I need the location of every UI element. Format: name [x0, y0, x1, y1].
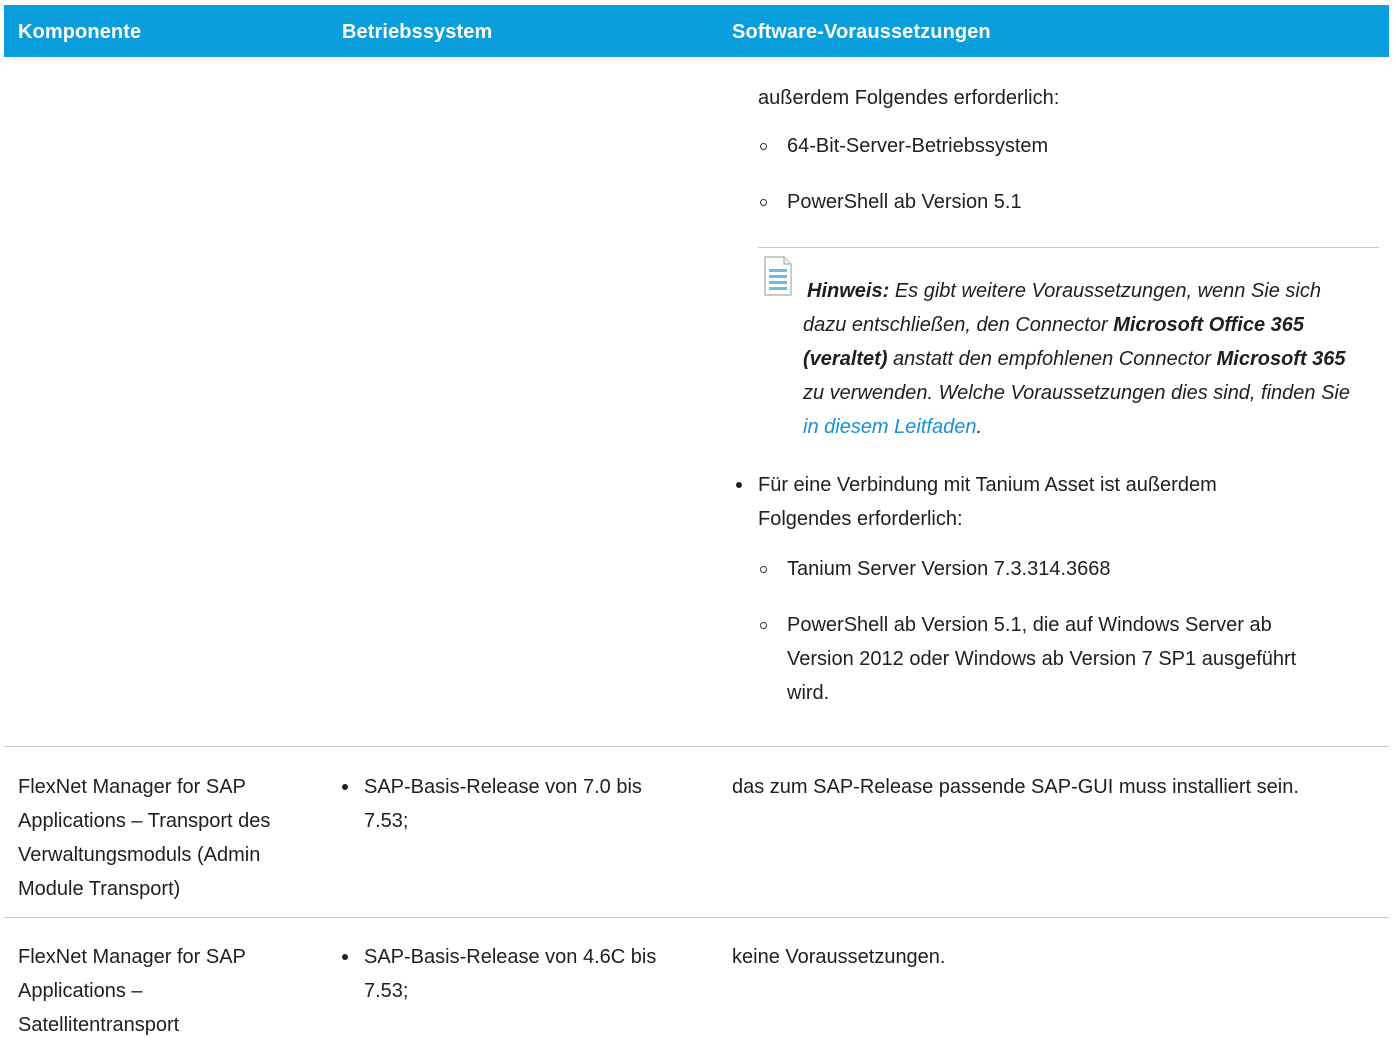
row1-software: das zum SAP-Release passende SAP-GUI mus…: [732, 776, 1299, 798]
header-software: Software-Voraussetzungen: [732, 21, 991, 43]
note-label: Hinweis:: [807, 280, 890, 302]
note-icon: [764, 256, 792, 296]
header-betriebssystem: Betriebssystem: [342, 21, 493, 43]
note-text: .: [976, 416, 983, 438]
row1-component: Module Transport): [18, 878, 181, 900]
row0-bullet-line: Folgendes erforderlich:: [758, 508, 963, 530]
row2-component: FlexNet Manager for SAP: [18, 946, 246, 968]
row2-os: SAP-Basis-Release von 4.6C bis: [364, 946, 657, 968]
circle-bullet: [760, 199, 767, 206]
row0-sub-item: Tanium Server Version 7.3.314.3668: [787, 558, 1111, 580]
row0-sub-item: Version 2012 oder Windows ab Version 7 S…: [787, 648, 1297, 670]
note-bold: Microsoft 365: [1216, 348, 1346, 370]
note-text: anstatt den empfohlenen Connector: [893, 348, 1212, 370]
row0-sub-item: PowerShell ab Version 5.1, die auf Windo…: [787, 614, 1272, 636]
row1-os: SAP-Basis-Release von 7.0 bis: [364, 776, 642, 798]
leitfaden-link[interactable]: in diesem Leitfaden: [803, 416, 976, 438]
row0-sub-item: 64-Bit-Server-Betriebssystem: [787, 135, 1049, 157]
row2-component: Applications –: [18, 980, 143, 1002]
bullet-dot: [342, 784, 348, 790]
table-header: Komponente Betriebssystem Software-Vorau…: [4, 5, 1389, 57]
row2-software: keine Voraussetzungen.: [732, 946, 946, 968]
bullet-dot: [736, 482, 742, 488]
row0-sub-item: wird.: [787, 682, 830, 704]
circle-bullet: [760, 622, 767, 629]
row0-intro: außerdem Folgendes erforderlich:: [758, 87, 1060, 109]
row0-bullet-line: Für eine Verbindung mit Tanium Asset ist…: [758, 474, 1217, 496]
row-divider: [4, 746, 1389, 747]
circle-bullet: [760, 566, 767, 573]
header-komponente: Komponente: [18, 21, 142, 43]
circle-bullet: [760, 143, 767, 150]
row2-component: Satellitentransport: [18, 1014, 180, 1036]
note-divider: [758, 247, 1379, 248]
note-text: zu verwenden. Welche Voraussetzungen die…: [803, 382, 1351, 404]
row2-os: 7.53;: [364, 980, 409, 1002]
row1-component: FlexNet Manager for SAP: [18, 776, 246, 798]
bullet-dot: [342, 954, 348, 960]
row1-component: Applications – Transport des: [18, 810, 271, 832]
note-box: Hinweis: Es gibt weitere Voraussetzungen…: [803, 274, 1363, 444]
row-divider: [4, 917, 1389, 918]
row1-os: 7.53;: [364, 810, 409, 832]
row0-sub-item: PowerShell ab Version 5.1: [787, 191, 1022, 213]
row1-component: Verwaltungsmoduls (Admin: [18, 844, 261, 866]
